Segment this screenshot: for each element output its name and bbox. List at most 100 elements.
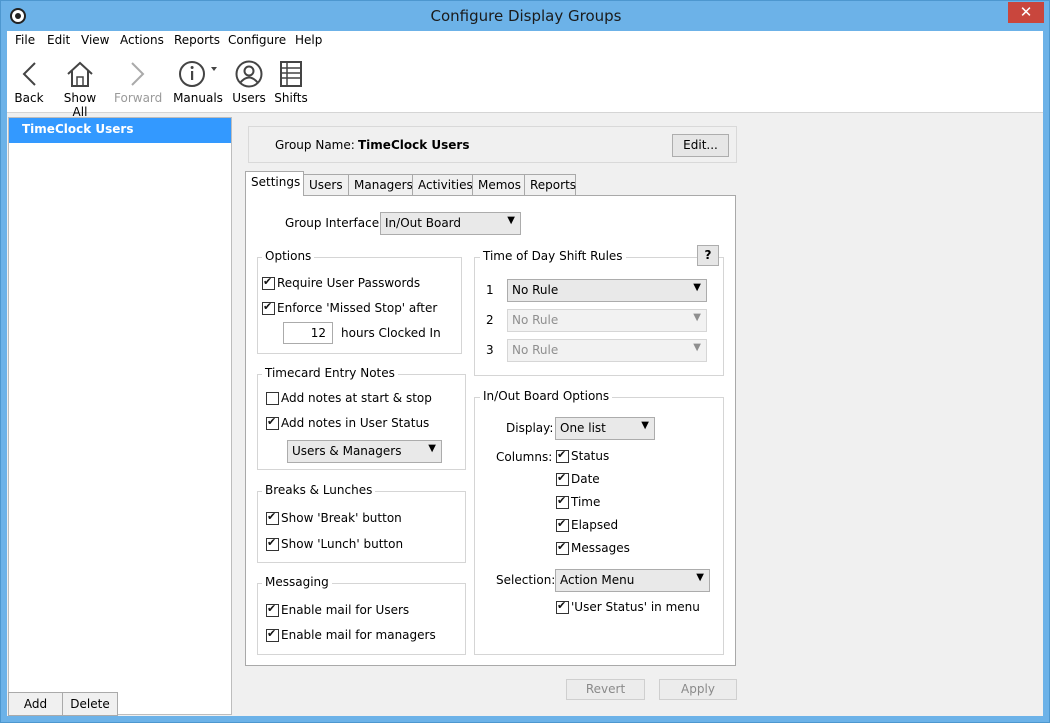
shift-rules-help-button[interactable]: ?	[697, 245, 719, 266]
shifts-button[interactable]: Shifts	[273, 60, 309, 105]
title-bar[interactable]: Configure Display Groups ✕	[1, 1, 1050, 32]
mail-managers-checkbox[interactable]	[266, 627, 279, 642]
revert-button[interactable]: Revert	[566, 679, 645, 700]
shift-rule-2-number: 2	[486, 313, 494, 327]
user-status-menu-label: 'User Status' in menu	[571, 600, 700, 614]
edit-group-name-button[interactable]: Edit...	[672, 134, 729, 157]
messaging-title: Messaging	[262, 575, 332, 589]
show-break-label: Show 'Break' button	[281, 511, 402, 525]
notes-start-stop-label: Add notes at start & stop	[281, 391, 432, 405]
enforce-missed-stop-checkbox[interactable]	[262, 300, 275, 315]
breaks-title: Breaks & Lunches	[262, 483, 376, 497]
chevron-down-icon: ▼	[641, 420, 649, 431]
delete-group-button[interactable]: Delete	[62, 692, 118, 716]
tab-memos[interactable]: Memos	[472, 174, 525, 196]
users-label: Users	[232, 91, 266, 105]
back-arrow-icon	[22, 62, 36, 86]
mail-users-label: Enable mail for Users	[281, 603, 410, 617]
shift-rule-2-value: No Rule	[512, 313, 559, 327]
notes-who-value: Users & Managers	[292, 444, 402, 458]
manuals-button[interactable]: Manuals	[173, 60, 223, 105]
add-group-button[interactable]: Add	[8, 692, 63, 716]
shifts-label: Shifts	[274, 91, 308, 105]
display-value: One list	[560, 421, 606, 435]
selection-label: Selection:	[496, 573, 556, 587]
options-title: Options	[262, 249, 315, 263]
tab-reports[interactable]: Reports	[524, 174, 576, 196]
column-messages-checkbox[interactable]	[556, 540, 569, 555]
column-time-label: Time	[571, 495, 601, 509]
mail-managers-label: Enable mail for managers	[281, 628, 436, 642]
group-list-item-selected[interactable]: TimeClock Users	[9, 118, 231, 143]
group-interface-select[interactable]: In/Out Board ▼	[380, 212, 521, 235]
menu-view[interactable]: View	[81, 33, 109, 47]
show-all-button[interactable]: Show All	[55, 60, 105, 119]
hours-input[interactable]: 12	[283, 322, 333, 344]
menu-file[interactable]: File	[15, 33, 35, 47]
notes-user-status-checkbox[interactable]	[266, 415, 279, 430]
hours-clocked-label: hours Clocked In	[341, 326, 441, 340]
column-elapsed-label: Elapsed	[571, 518, 619, 532]
home-icon	[67, 61, 93, 87]
show-lunch-label: Show 'Lunch' button	[281, 537, 404, 551]
chevron-down-icon: ▼	[507, 215, 515, 226]
shift-rule-3-number: 3	[486, 343, 494, 357]
column-elapsed-checkbox[interactable]	[556, 517, 569, 532]
display-label: Display:	[506, 421, 554, 435]
shift-rule-1-number: 1	[486, 283, 494, 297]
chevron-down-icon: ▼	[696, 572, 704, 583]
tab-users[interactable]: Users	[303, 174, 349, 196]
show-all-label: Show All	[63, 91, 97, 119]
manuals-label: Manuals	[173, 91, 223, 105]
messaging-group	[257, 583, 466, 655]
forward-button[interactable]: Forward	[114, 60, 162, 105]
close-button[interactable]: ✕	[1008, 2, 1044, 23]
require-passwords-label: Require User Passwords	[277, 276, 421, 290]
tab-activities[interactable]: Activities	[412, 174, 473, 196]
columns-label: Columns:	[496, 450, 553, 464]
column-status-checkbox[interactable]	[556, 448, 569, 463]
notes-who-select[interactable]: Users & Managers ▼	[287, 440, 442, 463]
tab-managers[interactable]: Managers	[348, 174, 413, 196]
back-button[interactable]: Back	[13, 60, 45, 105]
selection-select[interactable]: Action Menu ▼	[555, 569, 710, 592]
require-passwords-checkbox[interactable]	[262, 275, 275, 290]
menu-configure[interactable]: Configure	[228, 33, 286, 47]
group-list[interactable]	[8, 117, 232, 715]
window-title: Configure Display Groups	[430, 7, 622, 25]
shift-rule-2-select[interactable]: No Rule ▼	[507, 309, 707, 332]
toolbar: Back Show All Forward Manuals Users Shif…	[7, 52, 1043, 119]
shift-rule-1-select[interactable]: No Rule ▼	[507, 279, 707, 302]
user-status-menu-checkbox[interactable]	[556, 599, 569, 614]
shift-rule-3-select[interactable]: No Rule ▼	[507, 339, 707, 362]
apply-button[interactable]: Apply	[659, 679, 737, 700]
forward-arrow-icon	[131, 62, 145, 86]
show-lunch-checkbox[interactable]	[266, 536, 279, 551]
column-time-checkbox[interactable]	[556, 494, 569, 509]
notes-start-stop-checkbox[interactable]	[266, 392, 279, 405]
display-select[interactable]: One list ▼	[555, 417, 655, 440]
menu-reports[interactable]: Reports	[174, 33, 220, 47]
menu-help[interactable]: Help	[295, 33, 322, 47]
menu-edit[interactable]: Edit	[47, 33, 70, 47]
show-break-checkbox[interactable]	[266, 510, 279, 525]
tab-settings[interactable]: Settings	[245, 171, 304, 196]
enforce-missed-stop-label: Enforce 'Missed Stop' after	[277, 301, 438, 315]
selection-value: Action Menu	[560, 573, 635, 587]
shift-rule-3-value: No Rule	[512, 343, 559, 357]
column-status-label: Status	[571, 449, 610, 463]
breaks-group	[257, 491, 466, 563]
back-label: Back	[14, 91, 44, 105]
group-interface-value: In/Out Board	[385, 216, 462, 230]
users-button[interactable]: Users	[231, 60, 267, 105]
mail-users-checkbox[interactable]	[266, 602, 279, 617]
column-date-checkbox[interactable]	[556, 471, 569, 486]
shifts-list-icon	[280, 61, 302, 87]
column-messages-label: Messages	[571, 541, 630, 555]
group-name-value: TimeClock Users	[358, 138, 470, 152]
board-options-title: In/Out Board Options	[480, 389, 613, 403]
info-icon	[179, 61, 217, 87]
chevron-down-icon: ▼	[693, 282, 701, 293]
column-date-label: Date	[571, 472, 600, 486]
menu-actions[interactable]: Actions	[120, 33, 164, 47]
